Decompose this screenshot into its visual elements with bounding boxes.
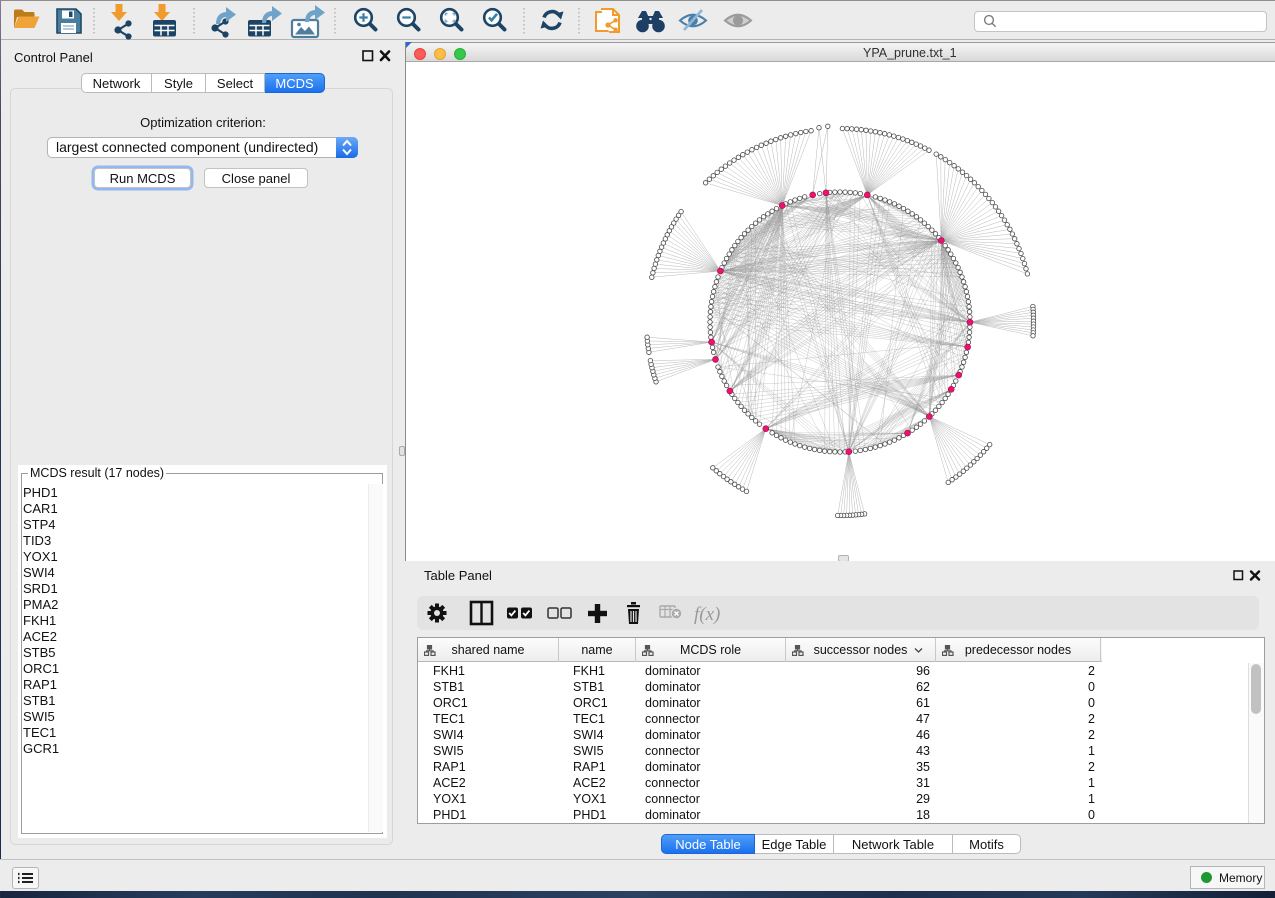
svg-text:f(x): f(x) [694, 604, 720, 625]
